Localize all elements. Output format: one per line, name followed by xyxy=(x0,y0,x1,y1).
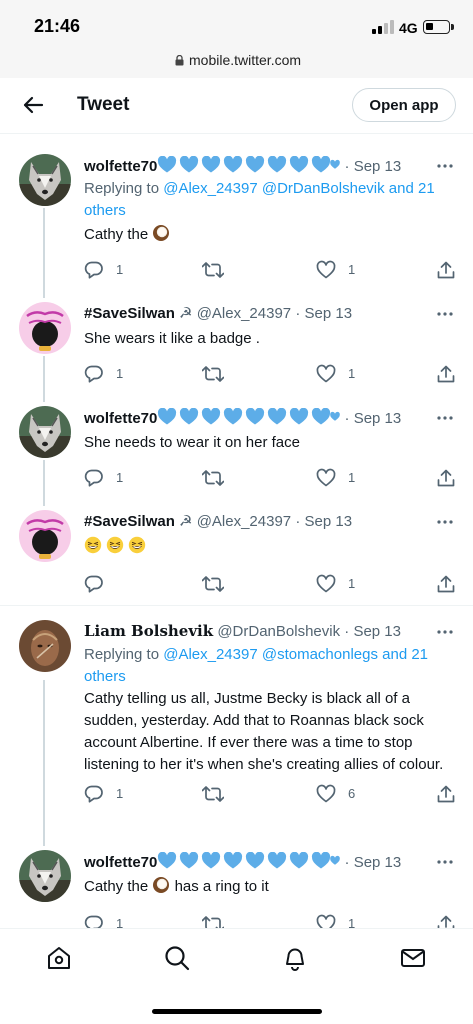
tweet-text-after: has a ring to it xyxy=(174,878,269,895)
tweet-text: Cathy telling us all, Justme Becky is bl… xyxy=(84,690,444,773)
tweet-actions: 1 6 xyxy=(84,784,456,804)
tweet-header: #SaveSilwan ☭ @Alex_24397 · Sep 13 xyxy=(84,305,353,322)
tweet[interactable]: #SaveSilwan ☭ @Alex_24397 · Sep 13 She w… xyxy=(0,290,473,394)
signal-icon xyxy=(372,20,394,34)
tweet-header: wolfette70 · Sep 13 xyxy=(84,852,401,871)
tweet[interactable]: Liam Bolshevik @DrDanBolshevik · Sep 13 … xyxy=(0,606,473,838)
home-icon[interactable] xyxy=(46,945,72,971)
avatar[interactable] xyxy=(19,620,71,672)
tweet-time[interactable]: Sep 13 xyxy=(354,158,402,175)
replying-to: Replying to @Alex_24397 @DrDanBolshevik … xyxy=(84,178,454,222)
home-indicator[interactable] xyxy=(152,1009,322,1014)
url-text: mobile.twitter.com xyxy=(189,52,302,68)
tweet-time[interactable]: Sep 13 xyxy=(354,410,402,427)
search-icon[interactable] xyxy=(164,945,190,971)
tweet-actions: 1 1 xyxy=(84,468,456,488)
tweet-header: Liam Bolshevik @DrDanBolshevik · Sep 13 xyxy=(84,622,401,640)
tweet-thread: wolfette70 · Sep 13 Replying to @Alex_24… xyxy=(0,134,473,948)
like-count: 1 xyxy=(348,366,356,381)
user-name[interactable]: wolfette70 xyxy=(84,158,157,175)
tweet-text-before: Cathy the xyxy=(84,878,149,895)
like-count: 1 xyxy=(348,262,356,277)
notifications-icon[interactable] xyxy=(282,945,308,971)
tweet-time[interactable]: Sep 13 xyxy=(305,305,353,322)
blue-heart-icon xyxy=(158,852,341,869)
tweet-text xyxy=(84,536,456,558)
more-options-icon[interactable] xyxy=(437,520,453,524)
reply-prefix: Replying to xyxy=(84,180,164,197)
tweet-header: wolfette70 · Sep 13 xyxy=(84,156,401,175)
tweet-text: Cathy the xyxy=(84,224,456,246)
status-bar: 21:46 4G xyxy=(0,0,473,46)
reply-count: 1 xyxy=(116,470,124,485)
reply-count: 1 xyxy=(116,366,124,381)
battery-icon xyxy=(423,20,454,34)
coconut-icon xyxy=(152,224,170,242)
tweet-text: She needs to wear it on her face xyxy=(84,434,300,451)
more-options-icon[interactable] xyxy=(437,416,453,420)
status-time: 21:46 xyxy=(34,16,81,36)
avatar[interactable] xyxy=(19,510,71,562)
user-handle[interactable]: @Alex_24397 xyxy=(197,513,291,530)
avatar[interactable] xyxy=(19,154,71,206)
tweet-header: #SaveSilwan ☭ @Alex_24397 · Sep 13 xyxy=(84,513,353,530)
blue-heart-icon xyxy=(158,156,341,173)
tweet-text-content: Cathy the xyxy=(84,226,149,243)
reply-count: 1 xyxy=(116,262,124,277)
back-arrow-icon[interactable] xyxy=(22,94,44,116)
user-name[interactable]: wolfette70 xyxy=(84,410,157,427)
reply-count: 1 xyxy=(116,786,124,801)
tweet-actions: 1 1 xyxy=(84,260,456,280)
tweet-text: She wears it like a badge . xyxy=(84,330,260,347)
grinning-squinting-face-icon xyxy=(128,536,146,554)
replying-to: Replying to @Alex_24397 @stomachonlegs a… xyxy=(84,644,454,688)
more-options-icon[interactable] xyxy=(437,630,453,634)
user-name[interactable]: #SaveSilwan xyxy=(84,305,175,322)
user-handle[interactable]: @DrDanBolshevik xyxy=(217,623,340,640)
tweet[interactable]: wolfette70 · Sep 13 Replying to @Alex_24… xyxy=(0,134,473,290)
user-name[interactable]: wolfette70 xyxy=(84,854,157,871)
open-app-button[interactable]: Open app xyxy=(352,88,456,122)
tweet[interactable]: #SaveSilwan ☭ @Alex_24397 · Sep 13 1 xyxy=(0,498,473,606)
like-count: 6 xyxy=(348,786,356,801)
tweet-text: Cathy the has a ring to it xyxy=(84,876,456,898)
messages-icon[interactable] xyxy=(400,945,426,971)
page-title: Tweet xyxy=(77,94,130,115)
network-label: 4G xyxy=(399,20,418,36)
tweet-actions: 1 1 xyxy=(84,364,456,384)
tweet-header: wolfette70 · Sep 13 xyxy=(84,408,401,427)
user-handle[interactable]: @Alex_24397 xyxy=(197,305,291,322)
avatar[interactable] xyxy=(19,850,71,902)
reply-prefix: Replying to xyxy=(84,646,164,663)
coconut-icon xyxy=(152,876,170,894)
tweet-time[interactable]: Sep 13 xyxy=(354,854,402,871)
tweet-time[interactable]: Sep 13 xyxy=(353,623,401,640)
tweet[interactable]: wolfette70 · Sep 13 She needs to wear it… xyxy=(0,394,473,498)
user-name[interactable]: Liam Bolshevik xyxy=(84,622,213,640)
like-count: 1 xyxy=(348,576,356,591)
tweet-time[interactable]: Sep 13 xyxy=(305,513,353,530)
lock-icon xyxy=(175,55,184,66)
blue-heart-icon xyxy=(158,408,341,425)
more-options-icon[interactable] xyxy=(437,164,453,168)
more-options-icon[interactable] xyxy=(437,860,453,864)
browser-url-bar[interactable]: mobile.twitter.com xyxy=(0,46,473,78)
page-header: Tweet Open app xyxy=(0,78,473,134)
grinning-squinting-face-icon xyxy=(106,536,124,554)
like-count: 1 xyxy=(348,470,356,485)
grinning-squinting-face-icon xyxy=(84,536,102,554)
tweet-actions: 1 xyxy=(84,574,456,594)
avatar[interactable] xyxy=(19,406,71,458)
avatar[interactable] xyxy=(19,302,71,354)
more-options-icon[interactable] xyxy=(437,312,453,316)
user-name[interactable]: #SaveSilwan xyxy=(84,513,175,530)
